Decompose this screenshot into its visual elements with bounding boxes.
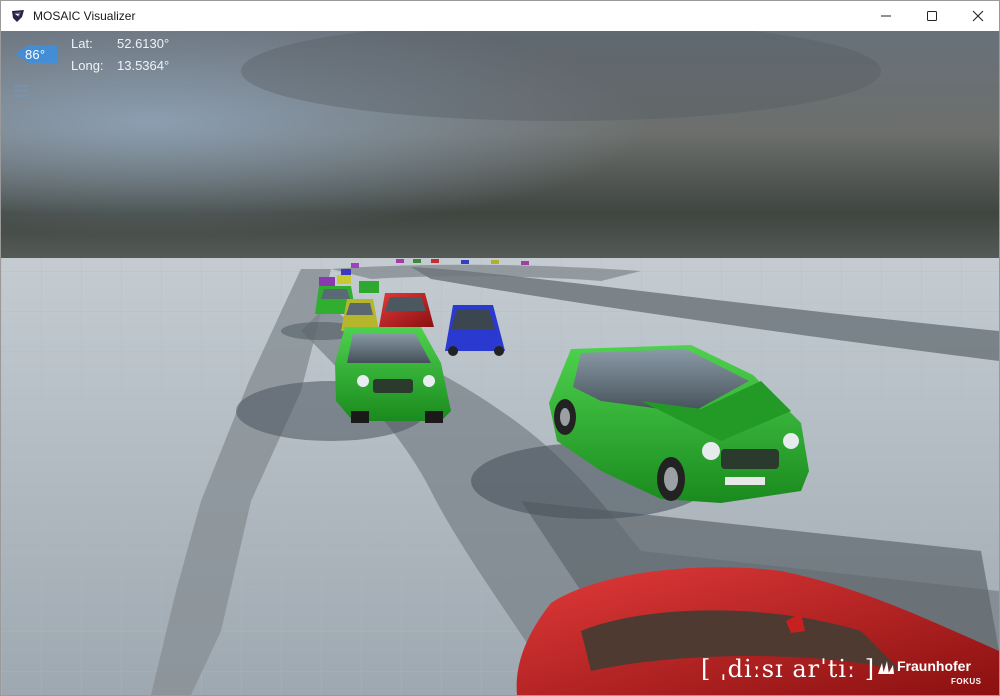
window-title: MOSAIC Visualizer — [33, 9, 136, 23]
title-bar[interactable]: MOSAIC Visualizer — [1, 1, 999, 31]
close-icon — [972, 10, 984, 22]
vehicle-yellow-mid — [341, 299, 379, 331]
fraunhofer-name: Fraunhofer — [897, 658, 971, 674]
3d-viewport[interactable]: 86° Lat: 52.6130° Long: 13.5364° [ ˌdiːs… — [1, 31, 999, 695]
maximize-button[interactable] — [909, 1, 955, 31]
simulation-scene — [1, 31, 999, 695]
minimize-icon — [881, 15, 891, 17]
app-logo-icon — [12, 10, 24, 22]
maximize-icon — [927, 11, 937, 21]
vehicle-red-mid — [379, 293, 434, 327]
latitude-value: 52.6130° — [117, 36, 170, 51]
close-button[interactable] — [955, 1, 999, 31]
hamburger-menu-icon[interactable] — [14, 85, 30, 97]
fraunhofer-logo: Fraunhofer FOKUS — [877, 657, 981, 689]
app-window: MOSAIC Visualizer 86° Lat: 52.6130° Long… — [0, 0, 1000, 696]
longitude-value: 13.5364° — [117, 58, 170, 73]
minimize-button[interactable] — [863, 1, 909, 31]
heading-value: 86° — [25, 47, 46, 62]
fraunhofer-mark-icon — [878, 661, 894, 674]
latitude-label: Lat: — [71, 36, 93, 51]
longitude-label: Long: — [71, 58, 104, 73]
fraunhofer-subtitle: FOKUS — [951, 677, 982, 686]
disarti-logo: [ ˌdiːsɪ arˈtiː ] — [701, 655, 876, 683]
